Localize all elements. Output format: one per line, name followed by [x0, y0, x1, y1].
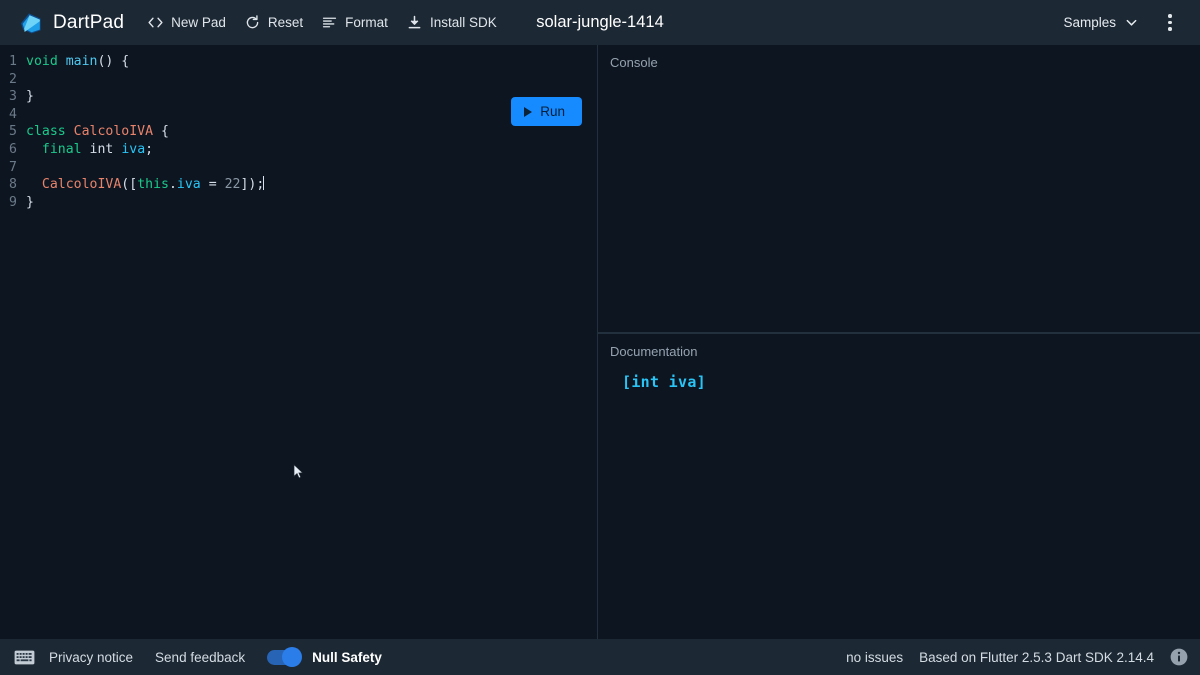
kebab-dot [1168, 27, 1172, 31]
line-number: 6 [9, 141, 17, 157]
issues-status: no issues [846, 649, 904, 665]
kebab-menu-button[interactable] [1154, 7, 1186, 39]
kebab-dot [1168, 14, 1172, 18]
code-area[interactable]: 1 void main() { 2 3 } 4 5 class CalcoloI… [0, 45, 597, 211]
line-number: 9 [9, 194, 17, 210]
code-text: CalcoloIVA([this.iva = 22]); [41, 176, 265, 193]
console-panel[interactable]: Console [598, 45, 1200, 333]
code-line: 5 class CalcoloIVA { [0, 123, 597, 141]
code-brackets-icon [148, 17, 163, 28]
code-line: 2 [0, 71, 597, 89]
play-icon [524, 106, 533, 117]
info-icon[interactable] [1170, 648, 1188, 666]
send-feedback-link[interactable]: Send feedback [155, 650, 245, 665]
code-line: 7 [0, 159, 597, 177]
code-text: } [26, 194, 34, 210]
status-bar-right: no issues Based on Flutter 2.5.3 Dart SD… [846, 648, 1188, 666]
line-number: 8 [9, 177, 17, 193]
code-text: } [26, 89, 34, 105]
code-text: final int iva; [41, 141, 154, 157]
reset-label: Reset [267, 15, 304, 30]
format-lines-icon [323, 17, 337, 28]
brand: DartPad [18, 10, 124, 36]
documentation-signature: [int iva] [622, 373, 706, 391]
samples-dropdown[interactable]: Samples [1053, 9, 1148, 36]
line-number: 4 [9, 106, 17, 122]
install-sdk-button[interactable]: Install SDK [397, 9, 506, 36]
documentation-label: Documentation [610, 344, 698, 359]
keyboard-icon[interactable] [14, 650, 35, 665]
new-pad-button[interactable]: New Pad [138, 9, 235, 36]
new-pad-label: New Pad [171, 15, 226, 30]
code-line: 1 void main() { [0, 53, 597, 71]
code-line: 3 } [0, 88, 597, 106]
documentation-panel[interactable]: Documentation [int iva] [598, 333, 1200, 639]
text-caret [263, 176, 265, 191]
run-label: Run [540, 104, 565, 119]
format-button[interactable]: Format [312, 9, 397, 36]
install-sdk-label: Install SDK [429, 15, 497, 30]
mouse-pointer-icon [293, 464, 304, 479]
line-number: 5 [9, 124, 17, 140]
code-text: void main() { [26, 54, 130, 69]
line-number: 2 [9, 71, 17, 87]
status-bar: Privacy notice Send feedback Null Safety… [0, 639, 1200, 675]
run-button[interactable]: Run [511, 97, 582, 126]
reset-button[interactable]: Reset [235, 9, 312, 36]
line-number: 1 [9, 54, 17, 69]
app-header: DartPad New Pad Reset Format Install SDK… [0, 0, 1200, 45]
code-line: 9 } [0, 194, 597, 212]
dartpad-app: DartPad New Pad Reset Format Install SDK… [0, 0, 1200, 675]
dart-logo-icon [21, 12, 41, 33]
version-info: Based on Flutter 2.5.3 Dart SDK 2.14.4 [919, 649, 1154, 665]
code-line: 4 [0, 106, 597, 124]
console-label: Console [610, 55, 658, 70]
code-line: 8 CalcoloIVA([this.iva = 22]); [0, 176, 597, 194]
code-line: 6 final int iva; [0, 141, 597, 159]
documentation-body: [int iva] [608, 373, 1186, 391]
code-editor-pane[interactable]: 1 void main() { 2 3 } 4 5 class CalcoloI… [0, 45, 598, 639]
main-body: 1 void main() { 2 3 } 4 5 class CalcoloI… [0, 45, 1200, 639]
kebab-dot [1168, 20, 1172, 25]
samples-label: Samples [1063, 15, 1116, 30]
download-icon [408, 15, 421, 29]
chevron-down-icon [1126, 19, 1137, 26]
line-number: 3 [9, 89, 17, 105]
code-text: class CalcoloIVA { [26, 124, 169, 140]
brand-name: DartPad [53, 11, 125, 33]
format-label: Format [345, 15, 388, 30]
right-pane: Console Documentation [int iva] [598, 45, 1200, 639]
refresh-icon [246, 15, 259, 29]
line-number: 7 [9, 159, 17, 175]
null-safety-label: Null Safety [312, 649, 382, 665]
privacy-notice-link[interactable]: Privacy notice [49, 650, 133, 665]
header-right-actions: Samples [1053, 7, 1186, 39]
null-safety-toggle[interactable] [267, 647, 303, 667]
